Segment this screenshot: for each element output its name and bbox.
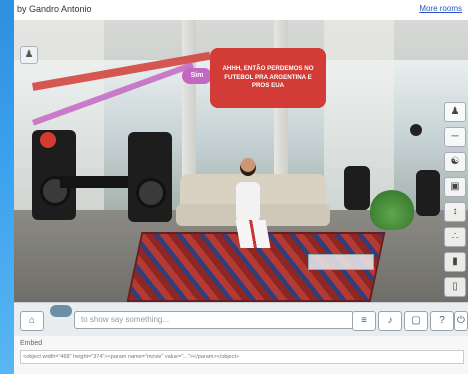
zoom-in-icon[interactable]: ▮ [444, 252, 466, 272]
sit-icon[interactable]: ─ [444, 127, 466, 147]
clock-icon [410, 124, 422, 136]
emote-icon[interactable]: ≡ [352, 311, 376, 331]
power-icon[interactable]: ⏻ [454, 311, 468, 331]
speech-bubble: AHHH, ENTÃO PERDEMOS NO FUTEBOL PRA ARGE… [210, 48, 326, 108]
imvu-widget: by Gandro Antonio More rooms Sim AHHH, E… [14, 0, 468, 374]
plant [370, 190, 414, 230]
3d-room-scene[interactable]: Sim AHHH, ENTÃO PERDEMOS NO FUTEBOL PRA … [14, 20, 468, 302]
avatar[interactable] [236, 182, 260, 222]
chat-toggle-button[interactable] [50, 305, 72, 317]
more-rooms-link[interactable]: More rooms [419, 4, 462, 13]
help-icon[interactable]: ? [430, 311, 454, 331]
embed-section: Embed <object width="468" height="374"><… [14, 336, 468, 374]
home-icon[interactable]: ⌂ [20, 311, 44, 331]
creator-byline: by Gandro Antonio [17, 4, 92, 14]
sim-chat-bubble: Sim [182, 68, 212, 84]
pose-icon[interactable]: ∴ [444, 227, 466, 247]
chat-bar: ⌂ to show say something... ≡ ♪ ▢ ? ⏻ [14, 302, 468, 337]
avatar-head [240, 158, 256, 176]
volume-icon[interactable]: ♪ [378, 311, 402, 331]
avatar-icon[interactable]: ♟ [20, 46, 38, 64]
small-speaker [416, 170, 440, 216]
fullscreen-icon[interactable]: ▢ [404, 311, 428, 331]
top-bar: by Gandro Antonio More rooms [14, 0, 468, 21]
embed-code-field[interactable]: <object width="468" height="374"><param … [20, 350, 464, 364]
zoom-out-icon[interactable]: ▯ [444, 277, 466, 297]
avatar-legs [235, 220, 271, 248]
small-speaker [344, 166, 370, 210]
chat-input[interactable]: to show say something... [74, 311, 354, 329]
move-icon[interactable]: ↕ [444, 202, 466, 222]
embed-label: Embed [20, 340, 43, 347]
coffee-table [308, 254, 374, 270]
lamp [40, 132, 56, 148]
left-accent-strip [0, 0, 14, 374]
dance-icon[interactable]: ☯ [444, 152, 466, 172]
tool-column: ♟ ─ ☯ ▣ ↕ ∴ ▮ ▯ [444, 102, 466, 302]
speaker-right [128, 132, 172, 222]
avatar-icon[interactable]: ♟ [444, 102, 466, 122]
photo-icon[interactable]: ▣ [444, 177, 466, 197]
